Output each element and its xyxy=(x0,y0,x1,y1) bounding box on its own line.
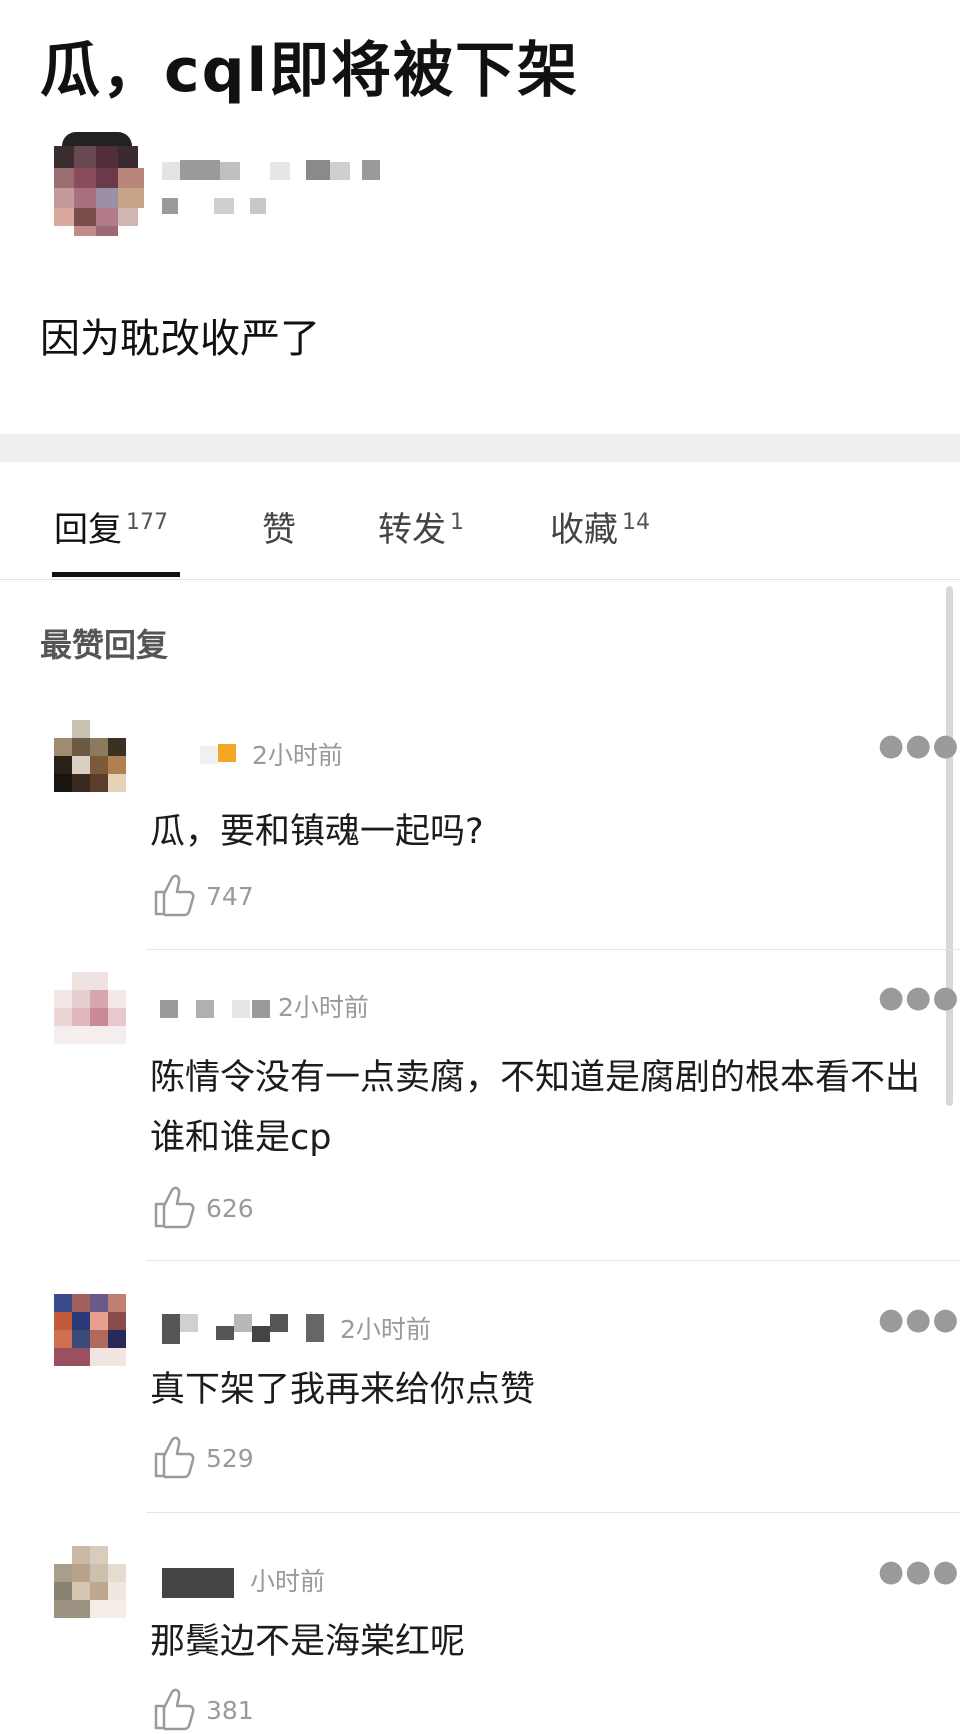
comment-text: 那鬓边不是海棠红呢 xyxy=(150,1622,466,1662)
more-dots-icon[interactable]: ●●● xyxy=(878,980,960,1015)
thumbs-up-icon xyxy=(154,1688,195,1731)
post-body: 因为耽改收严了 xyxy=(40,316,320,362)
avatar[interactable] xyxy=(54,972,126,1044)
tab-replies[interactable]: 回复 177 xyxy=(54,502,168,551)
comment-time: 小时前 xyxy=(250,1567,326,1596)
username-redacted xyxy=(160,738,240,770)
username-redacted xyxy=(160,1564,240,1598)
tabs-divider xyxy=(0,579,960,580)
comment-time: 2小时前 xyxy=(278,993,369,1022)
comment-divider xyxy=(146,1260,960,1261)
active-tab-indicator xyxy=(52,572,180,577)
more-dots-icon[interactable]: ●●● xyxy=(878,1554,960,1589)
author-name-redacted xyxy=(162,160,392,220)
tab-label: 赞 xyxy=(262,510,296,550)
more-dots-icon[interactable]: ●●● xyxy=(878,728,960,763)
comment-item: 2小时前 ●●● 真下架了我再来给你点赞 529 xyxy=(0,1294,960,1514)
tab-reposts[interactable]: 转发 1 xyxy=(378,502,464,551)
comment-item: 2小时前 ●●● 陈情令没有一点卖腐，不知道是腐剧的根本看不出谁和谁是cp 62… xyxy=(0,972,960,1262)
tab-bar: 回复 177 赞 转发 1 收藏 14 xyxy=(0,462,960,580)
tab-favorites[interactable]: 收藏 14 xyxy=(550,502,650,551)
comment-text: 陈情令没有一点卖腐，不知道是腐剧的根本看不出谁和谁是cp xyxy=(150,1058,921,1158)
username-redacted xyxy=(160,990,270,1022)
more-dots-icon[interactable]: ●●● xyxy=(878,1302,960,1337)
comment-time: 2小时前 xyxy=(340,1315,431,1344)
comment-text: 瓜，要和镇魂一起吗? xyxy=(150,812,484,852)
like-count: 381 xyxy=(206,1696,254,1725)
avatar[interactable] xyxy=(54,720,126,792)
tab-label: 回复 xyxy=(54,510,122,550)
tab-count: 14 xyxy=(622,509,650,535)
tab-count: 1 xyxy=(450,509,464,535)
avatar[interactable] xyxy=(54,1546,126,1618)
thumbs-up-icon xyxy=(154,1436,195,1479)
like-count: 529 xyxy=(206,1444,254,1473)
thumbs-up-icon xyxy=(154,874,195,917)
post-title: 瓜，cql即将被下架 xyxy=(40,36,580,106)
like-count: 747 xyxy=(206,882,254,911)
author-avatar[interactable] xyxy=(54,132,144,236)
comment-text: 真下架了我再来给你点赞 xyxy=(150,1370,536,1410)
like-count: 626 xyxy=(206,1194,254,1223)
comment-divider xyxy=(146,1512,960,1513)
username-redacted xyxy=(160,1312,330,1344)
avatar[interactable] xyxy=(54,1294,126,1366)
thumbs-up-icon xyxy=(154,1186,195,1229)
tab-label: 收藏 xyxy=(550,510,618,550)
tab-label: 转发 xyxy=(378,510,446,550)
section-label: 最赞回复 xyxy=(40,626,169,664)
tab-count: 177 xyxy=(126,509,168,535)
comment-divider xyxy=(146,949,960,950)
comment-item: 小时前 ●●● 那鬓边不是海棠红呢 381 xyxy=(0,1546,960,1731)
comment-item: 2小时前 ●●● 瓜，要和镇魂一起吗? 747 xyxy=(0,720,960,950)
tab-likes[interactable]: 赞 xyxy=(262,502,300,551)
section-divider xyxy=(0,434,960,462)
comment-time: 2小时前 xyxy=(252,741,343,770)
